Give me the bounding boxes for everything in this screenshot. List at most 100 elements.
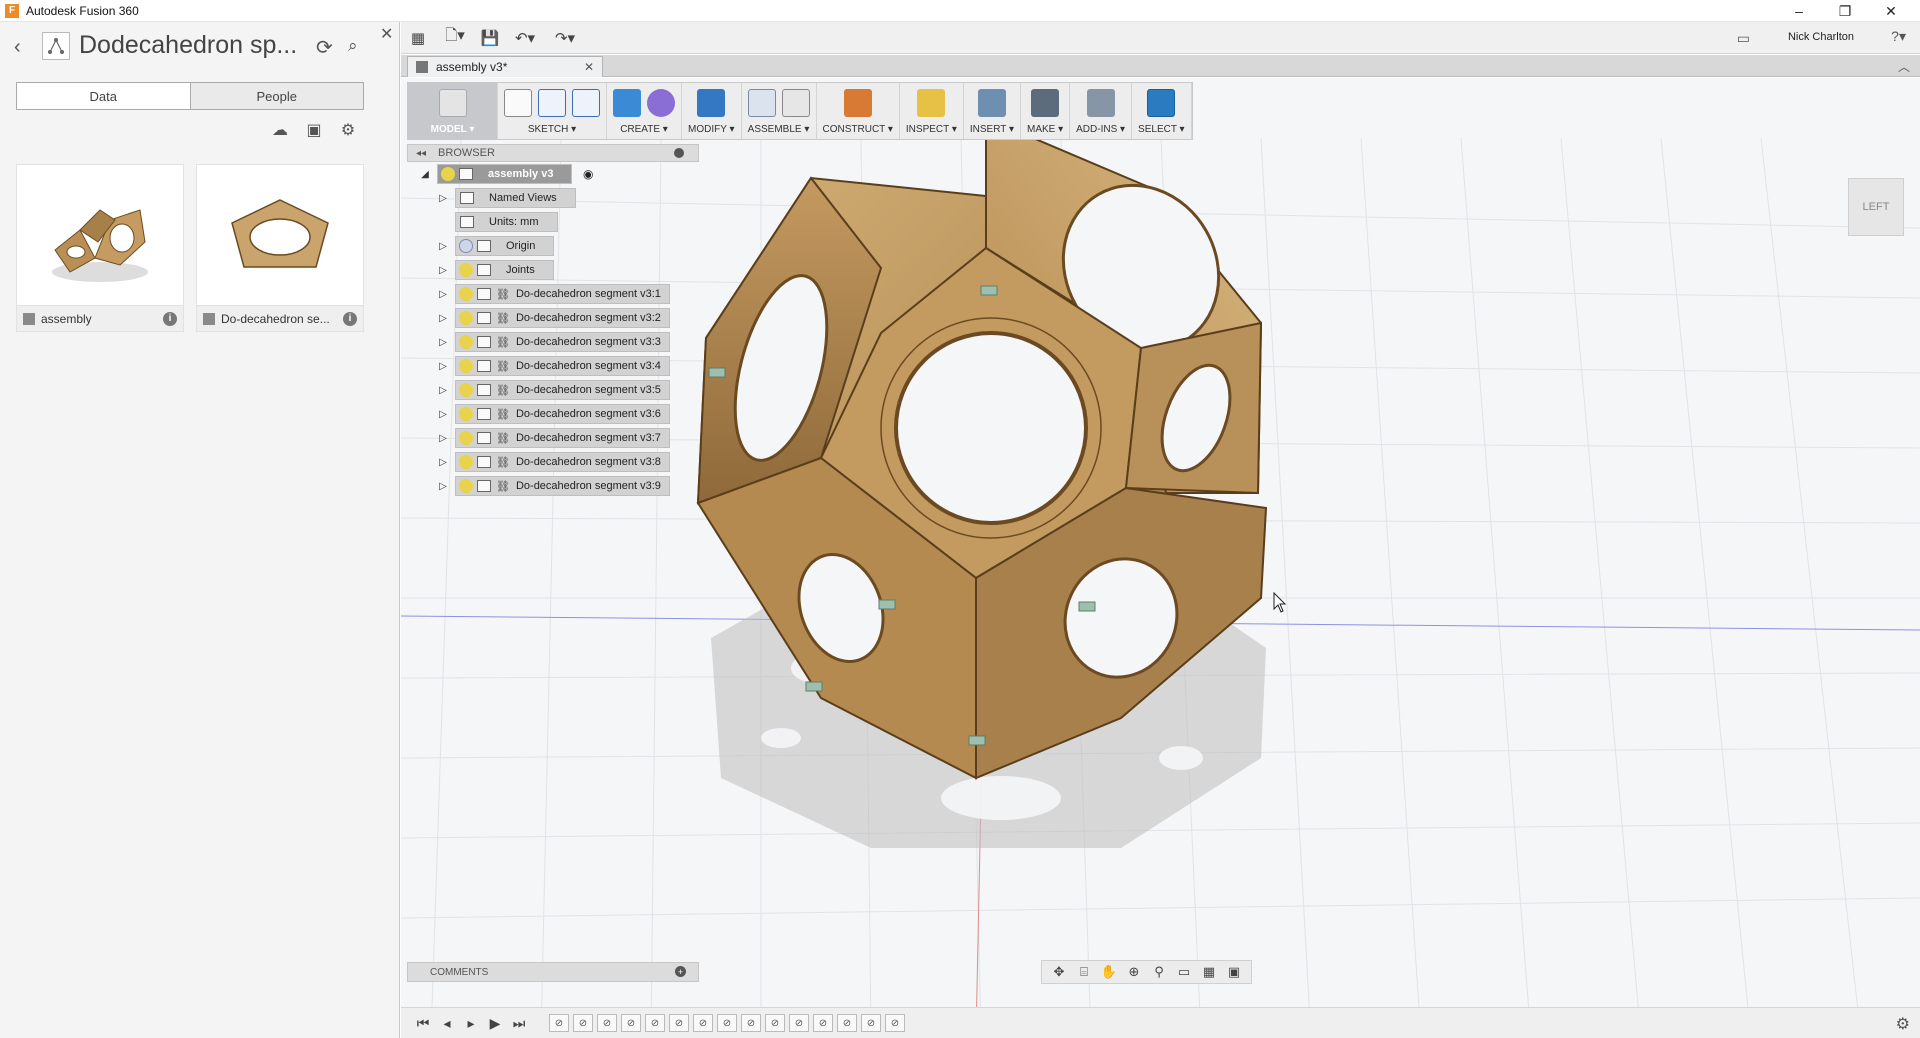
visibility-bulb-icon[interactable] bbox=[459, 263, 473, 277]
expand-triangle-icon[interactable]: ▷ bbox=[437, 193, 449, 204]
info-icon[interactable]: i bbox=[343, 311, 357, 326]
save-icon[interactable]: 💾 bbox=[475, 22, 505, 54]
timeline-feature[interactable]: ⊘ bbox=[573, 1014, 593, 1032]
make-group[interactable]: MAKE ▾ bbox=[1021, 83, 1071, 139]
settings-gear-icon[interactable]: ⚙ bbox=[338, 120, 358, 140]
visibility-bulb-icon[interactable] bbox=[459, 239, 473, 253]
back-arrow-icon[interactable]: ‹ bbox=[14, 36, 21, 59]
collapse-icon[interactable]: ︿ bbox=[1898, 58, 1910, 75]
browser-root[interactable]: ◢ assembly v3 ◉ bbox=[407, 162, 699, 186]
timeline-feature[interactable]: ⊘ bbox=[861, 1014, 881, 1032]
close-panel-icon[interactable]: ✕ bbox=[380, 24, 393, 44]
scripts-icon[interactable] bbox=[1086, 89, 1115, 117]
browser-node-origin[interactable]: ▷ Origin bbox=[407, 234, 699, 258]
browser-node-segment[interactable]: ▷ ⛓ Do-decahedron segment v3:7 bbox=[407, 426, 699, 450]
node-pill[interactable]: ⛓ Do-decahedron segment v3:7 bbox=[455, 428, 670, 448]
comments-panel[interactable]: COMMENTS + bbox=[407, 962, 699, 982]
close-window-button[interactable]: ✕ bbox=[1868, 0, 1914, 22]
modify-group[interactable]: MODIFY ▾ bbox=[682, 83, 742, 139]
redo-icon[interactable]: ↷▾ bbox=[545, 22, 585, 54]
visibility-bulb-icon[interactable] bbox=[459, 479, 473, 493]
close-tab-icon[interactable]: ✕ bbox=[584, 60, 594, 74]
refresh-icon[interactable]: ⟳ bbox=[316, 35, 333, 60]
expand-triangle-icon[interactable]: ◢ bbox=[419, 169, 431, 180]
node-pill[interactable]: Named Views bbox=[455, 188, 576, 208]
expand-triangle-icon[interactable]: ▷ bbox=[437, 289, 449, 300]
insert-group[interactable]: INSERT ▾ bbox=[964, 83, 1021, 139]
step-back-icon[interactable]: ◂ bbox=[435, 1015, 459, 1032]
measure-icon[interactable] bbox=[917, 89, 946, 117]
browser-header[interactable]: ◂◂ BROWSER bbox=[407, 144, 699, 162]
pin-icon[interactable] bbox=[674, 148, 684, 158]
go-to-start-icon[interactable]: ⏮ bbox=[411, 1015, 435, 1032]
expand-triangle-icon[interactable]: ▷ bbox=[437, 313, 449, 324]
sketch-group[interactable]: SKETCH ▾ bbox=[498, 83, 607, 139]
node-pill[interactable]: ⛓ Do-decahedron segment v3:8 bbox=[455, 452, 670, 472]
timeline-feature[interactable]: ⊘ bbox=[741, 1014, 761, 1032]
select-cursor-icon[interactable] bbox=[1147, 89, 1176, 117]
notifications-icon[interactable]: ▭ bbox=[1737, 30, 1750, 47]
info-icon[interactable]: i bbox=[163, 311, 177, 326]
node-pill[interactable]: Origin bbox=[455, 236, 555, 256]
visibility-bulb-icon[interactable] bbox=[459, 431, 473, 445]
timeline-feature[interactable]: ⊘ bbox=[765, 1014, 785, 1032]
pan-hand-icon[interactable]: ✋ bbox=[1098, 964, 1120, 980]
timeline-feature[interactable]: ⊘ bbox=[621, 1014, 641, 1032]
browser-node-segment[interactable]: ▷ ⛓ Do-decahedron segment v3:3 bbox=[407, 330, 699, 354]
insert-image-icon[interactable] bbox=[977, 89, 1006, 117]
node-pill[interactable]: ⛓ Do-decahedron segment v3:3 bbox=[455, 332, 670, 352]
timeline-feature[interactable]: ⊘ bbox=[597, 1014, 617, 1032]
upload-icon[interactable]: ☁ bbox=[270, 120, 290, 140]
timeline-feature[interactable]: ⊘ bbox=[717, 1014, 737, 1032]
expand-triangle-icon[interactable]: ▷ bbox=[437, 265, 449, 276]
timeline-feature[interactable]: ⊘ bbox=[813, 1014, 833, 1032]
visibility-bulb-icon[interactable] bbox=[459, 287, 473, 301]
create-group[interactable]: CREATE ▾ bbox=[607, 83, 682, 139]
expand-triangle-icon[interactable]: ▷ bbox=[437, 337, 449, 348]
root-pill[interactable]: assembly v3 bbox=[437, 164, 573, 184]
workspace-switcher[interactable]: MODEL ▾ bbox=[408, 83, 498, 139]
node-pill[interactable]: ⛓ Do-decahedron segment v3:2 bbox=[455, 308, 670, 328]
joint-icon[interactable] bbox=[781, 89, 810, 117]
activate-radio-icon[interactable]: ◉ bbox=[583, 167, 593, 181]
expand-triangle-icon[interactable]: ▷ bbox=[437, 433, 449, 444]
browser-node-joints[interactable]: ▷ Joints bbox=[407, 258, 699, 282]
browser-node-units[interactable]: Units: mm bbox=[407, 210, 699, 234]
apps-grid-icon[interactable]: ▦ bbox=[401, 22, 435, 54]
visibility-bulb-icon[interactable] bbox=[459, 407, 473, 421]
grid-settings-icon[interactable]: ▦ bbox=[1198, 964, 1220, 980]
browser-node-segment[interactable]: ▷ ⛓ Do-decahedron segment v3:9 bbox=[407, 474, 699, 498]
browser-node-named-views[interactable]: ▷ Named Views bbox=[407, 186, 699, 210]
undo-icon[interactable]: ↶▾ bbox=[505, 22, 545, 54]
play-icon[interactable]: ▸ bbox=[459, 1015, 483, 1032]
tab-data[interactable]: Data bbox=[17, 83, 190, 109]
visibility-bulb-icon[interactable] bbox=[441, 167, 455, 181]
node-pill[interactable]: ⛓ Do-decahedron segment v3:5 bbox=[455, 380, 670, 400]
timeline-feature[interactable]: ⊘ bbox=[837, 1014, 857, 1032]
tab-people[interactable]: People bbox=[189, 83, 363, 109]
extrude-icon[interactable] bbox=[613, 89, 641, 117]
expand-triangle-icon[interactable]: ▷ bbox=[437, 481, 449, 492]
assemble-group[interactable]: ASSEMBLE ▾ bbox=[742, 83, 817, 139]
offset-plane-icon[interactable] bbox=[843, 89, 872, 117]
expand-triangle-icon[interactable]: ▷ bbox=[437, 409, 449, 420]
file-card-segment[interactable]: Do-decahedron se... i bbox=[196, 164, 364, 332]
node-pill[interactable]: ⛓ Do-decahedron segment v3:6 bbox=[455, 404, 670, 424]
add-comment-icon[interactable]: + bbox=[675, 966, 686, 977]
expand-triangle-icon[interactable]: ▷ bbox=[437, 361, 449, 372]
node-pill[interactable]: ⛓ Do-decahedron segment v3:1 bbox=[455, 284, 670, 304]
look-at-icon[interactable]: ⌸ bbox=[1073, 964, 1095, 980]
addins-group[interactable]: ADD-INS ▾ bbox=[1070, 83, 1133, 139]
viewports-icon[interactable]: ▣ bbox=[1223, 964, 1245, 980]
user-menu[interactable]: Nick Charlton bbox=[1788, 31, 1854, 43]
browser-node-segment[interactable]: ▷ ⛓ Do-decahedron segment v3:1 bbox=[407, 282, 699, 306]
collapse-browser-icon[interactable]: ◂◂ bbox=[416, 148, 426, 159]
new-folder-icon[interactable]: ▣ bbox=[304, 120, 324, 140]
construct-group[interactable]: CONSTRUCT ▾ bbox=[817, 83, 900, 139]
help-icon[interactable]: ?▾ bbox=[1891, 28, 1906, 45]
orbit-icon[interactable]: ✥ bbox=[1048, 964, 1070, 980]
press-pull-icon[interactable] bbox=[697, 89, 726, 117]
minimize-button[interactable]: – bbox=[1776, 0, 1822, 22]
document-tab[interactable]: assembly v3* ✕ bbox=[407, 56, 603, 77]
browser-node-segment[interactable]: ▷ ⛓ Do-decahedron segment v3:2 bbox=[407, 306, 699, 330]
